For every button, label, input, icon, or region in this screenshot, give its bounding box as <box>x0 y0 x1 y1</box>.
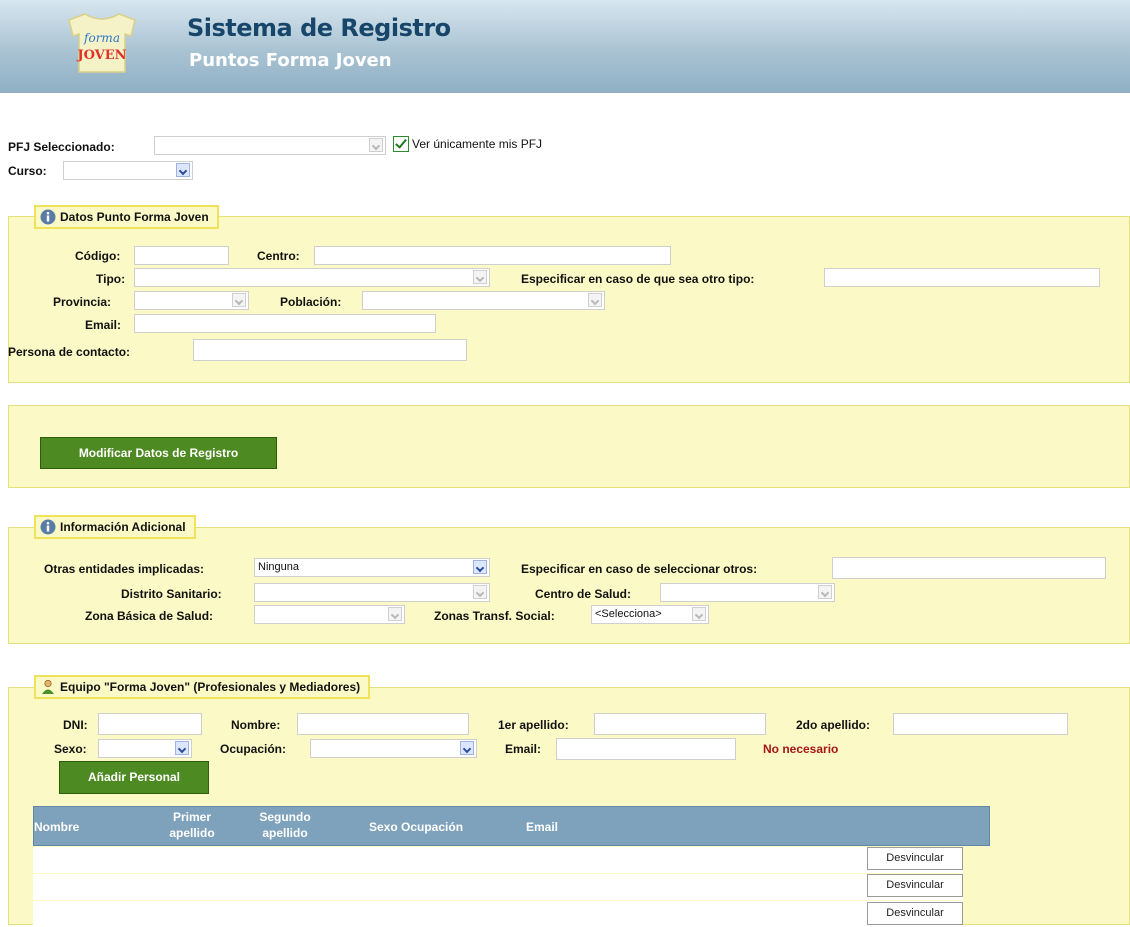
chevron-down-icon <box>473 585 487 599</box>
provincia-label: Provincia: <box>53 295 112 309</box>
desvincular-button[interactable]: Desvincular <box>867 874 963 897</box>
equipo-legend-text: Equipo "Forma Joven" (Profesionales y Me… <box>60 680 361 694</box>
col-nombre: Nombre <box>34 820 80 834</box>
col-sexo-ocupacion: Sexo Ocupación <box>369 820 464 834</box>
ocupacion-select[interactable] <box>310 739 477 758</box>
codigo-input[interactable] <box>134 246 229 265</box>
col-segundo-apellido-1: Segundo <box>259 810 311 824</box>
datos-legend: Datos Punto Forma Joven <box>34 205 219 229</box>
app-subtitle: Puntos Forma Joven <box>189 50 392 71</box>
nombre-label: Nombre: <box>231 718 281 732</box>
logo-text-top: forma <box>83 31 120 45</box>
table-row <box>33 847 963 873</box>
centro-salud-select[interactable] <box>660 583 835 602</box>
only-mine-label: Ver únicamente mis PFJ <box>412 137 543 151</box>
chevron-down-icon <box>176 163 190 177</box>
email-note: No necesario <box>763 742 839 756</box>
centro-input[interactable] <box>314 246 671 265</box>
ocupacion-label: Ocupación: <box>220 742 287 756</box>
forma-joven-logo: forma JOVEN <box>68 13 136 73</box>
distrito-label: Distrito Sanitario: <box>121 587 222 601</box>
curso-select[interactable] <box>63 161 193 180</box>
apellido1-input[interactable] <box>594 713 766 735</box>
tipo-select[interactable] <box>134 268 490 287</box>
table-row <box>33 874 963 900</box>
dni-input[interactable] <box>98 713 202 735</box>
chevron-down-icon <box>460 741 474 755</box>
codigo-label: Código: <box>75 249 121 263</box>
apellido1-label: 1er apellido: <box>498 718 569 732</box>
otras-entidades-value: Ninguna <box>258 561 299 573</box>
table-row <box>33 901 963 927</box>
email-label: Email: <box>85 318 122 332</box>
info-icon <box>40 519 56 535</box>
equipo-email-input[interactable] <box>556 738 736 760</box>
app-title: Sistema de Registro <box>187 14 451 42</box>
sexo-label: Sexo: <box>54 742 87 756</box>
team-table-header: Nombre Primer apellido Segundo apellido … <box>33 806 990 846</box>
dni-label: DNI: <box>63 718 88 732</box>
apellido2-input[interactable] <box>893 713 1068 735</box>
datos-legend-text: Datos Punto Forma Joven <box>60 210 209 224</box>
especificar-otros-label: Especificar en caso de seleccionar otros… <box>521 562 758 576</box>
apellido2-label: 2do apellido: <box>796 718 871 732</box>
provincia-select[interactable] <box>134 291 249 310</box>
zonas-transf-select[interactable]: <Selecciona> <box>591 605 709 624</box>
zonas-transf-value: <Selecciona> <box>595 608 662 620</box>
especificar-otros-input[interactable] <box>832 557 1106 579</box>
chevron-down-icon <box>588 293 602 307</box>
app-header: forma JOVEN Sistema de Registro Puntos F… <box>0 0 1130 93</box>
chevron-down-icon <box>388 607 402 621</box>
equipo-legend: Equipo "Forma Joven" (Profesionales y Me… <box>34 675 371 699</box>
chevron-down-icon <box>473 560 487 574</box>
chevron-down-icon <box>369 138 383 152</box>
desvincular-button[interactable]: Desvincular <box>867 902 963 925</box>
sexo-select[interactable] <box>98 739 192 758</box>
equipo-email-label: Email: <box>505 742 542 756</box>
centro-salud-label: Centro de Salud: <box>535 587 632 601</box>
info-legend-text: Información Adicional <box>60 520 186 534</box>
modificar-button[interactable]: Modificar Datos de Registro <box>40 437 277 469</box>
chevron-down-icon <box>232 293 246 307</box>
zonas-transf-label: Zonas Transf. Social: <box>434 609 555 623</box>
info-legend: Información Adicional <box>34 515 196 539</box>
chevron-down-icon <box>175 741 189 755</box>
otras-entidades-select[interactable]: Ninguna <box>254 558 490 577</box>
contacto-input[interactable] <box>193 339 467 361</box>
nombre-input[interactable] <box>297 713 469 735</box>
col-primer-apellido-1: Primer <box>172 810 212 824</box>
especificar-tipo-label: Especificar en caso de que sea otro tipo… <box>521 272 755 286</box>
especificar-tipo-input[interactable] <box>824 268 1100 287</box>
tipo-label: Tipo: <box>96 272 126 286</box>
centro-label: Centro: <box>257 249 300 263</box>
distrito-select[interactable] <box>254 583 490 602</box>
email-input[interactable] <box>134 314 436 333</box>
chevron-down-icon <box>818 585 832 599</box>
pfj-label: PFJ Seleccionado: <box>8 140 115 154</box>
logo-text-bottom: JOVEN <box>76 48 126 63</box>
info-panel <box>8 527 1130 644</box>
chevron-down-icon <box>473 270 487 284</box>
poblacion-label: Población: <box>280 295 342 309</box>
otras-entidades-label: Otras entidades implicadas: <box>44 562 205 576</box>
zona-basica-select[interactable] <box>254 605 405 624</box>
contacto-label: Persona de contacto: <box>8 345 131 359</box>
curso-label: Curso: <box>8 164 47 178</box>
poblacion-select[interactable] <box>362 291 605 310</box>
only-mine-checkbox[interactable] <box>393 136 409 152</box>
info-icon <box>40 209 56 225</box>
add-personal-button[interactable]: Añadir Personal <box>59 761 209 794</box>
col-segundo-apellido-2: apellido <box>262 826 308 840</box>
desvincular-button[interactable]: Desvincular <box>867 847 963 870</box>
person-icon <box>42 679 54 694</box>
chevron-down-icon <box>692 607 706 621</box>
pfj-select[interactable] <box>154 136 386 155</box>
col-email: Email <box>526 820 559 834</box>
col-primer-apellido-2: apellido <box>169 826 215 840</box>
zona-basica-label: Zona Básica de Salud: <box>85 609 214 623</box>
